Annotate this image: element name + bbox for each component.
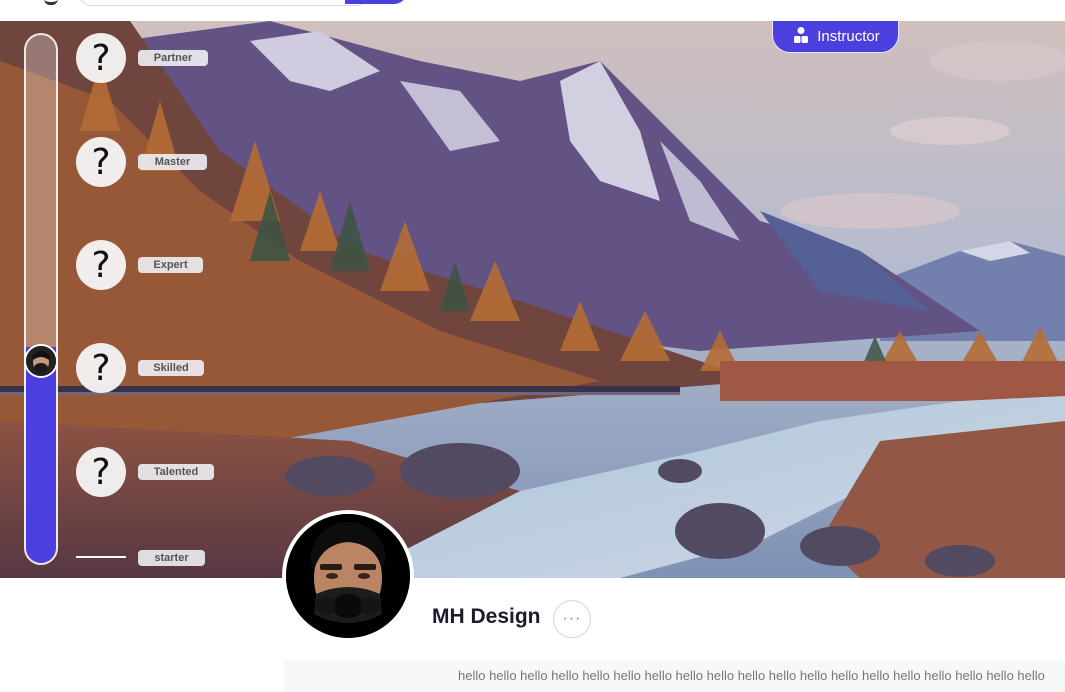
search-button[interactable]: [345, 0, 407, 4]
level-label-starter: starter: [138, 550, 205, 566]
level-label-talented: Talented: [138, 464, 214, 480]
ellipsis-icon: ···: [562, 610, 582, 627]
level-badge-talented[interactable]: ?: [76, 447, 126, 497]
level-label-expert: Expert: [138, 257, 203, 273]
level-label-partner: Partner: [138, 50, 208, 66]
instructor-label: Instructor: [817, 28, 880, 45]
search-input[interactable]: [78, 0, 370, 6]
level-badge-master[interactable]: ?: [76, 137, 126, 187]
level-badge-partner[interactable]: ?: [76, 33, 126, 83]
level-badge-skilled[interactable]: ?: [76, 343, 126, 393]
profile-avatar[interactable]: [282, 510, 414, 642]
more-options-button[interactable]: ···: [553, 600, 591, 638]
starter-marker-line: [76, 556, 126, 558]
level-badge-expert[interactable]: ?: [76, 240, 126, 290]
level-progress-rail: [24, 33, 58, 565]
logo-fragment[interactable]: [44, 0, 58, 5]
avatar-illustration: [286, 514, 410, 638]
progress-avatar[interactable]: [24, 344, 58, 378]
top-header: [0, 0, 1065, 21]
profile-name: MH Design: [432, 605, 541, 628]
bio-bar: hello hello hello hello hello hello hell…: [284, 659, 1065, 692]
bio-text: hello hello hello hello hello hello hell…: [458, 668, 1045, 683]
user-group-icon: [791, 26, 811, 48]
landscape-illustration: [0, 21, 1065, 578]
level-label-master: Master: [138, 154, 207, 170]
level-label-skilled: Skilled: [138, 360, 204, 376]
level-progress-fill: [26, 346, 56, 563]
cover-image: [0, 21, 1065, 578]
instructor-badge[interactable]: Instructor: [772, 21, 899, 53]
